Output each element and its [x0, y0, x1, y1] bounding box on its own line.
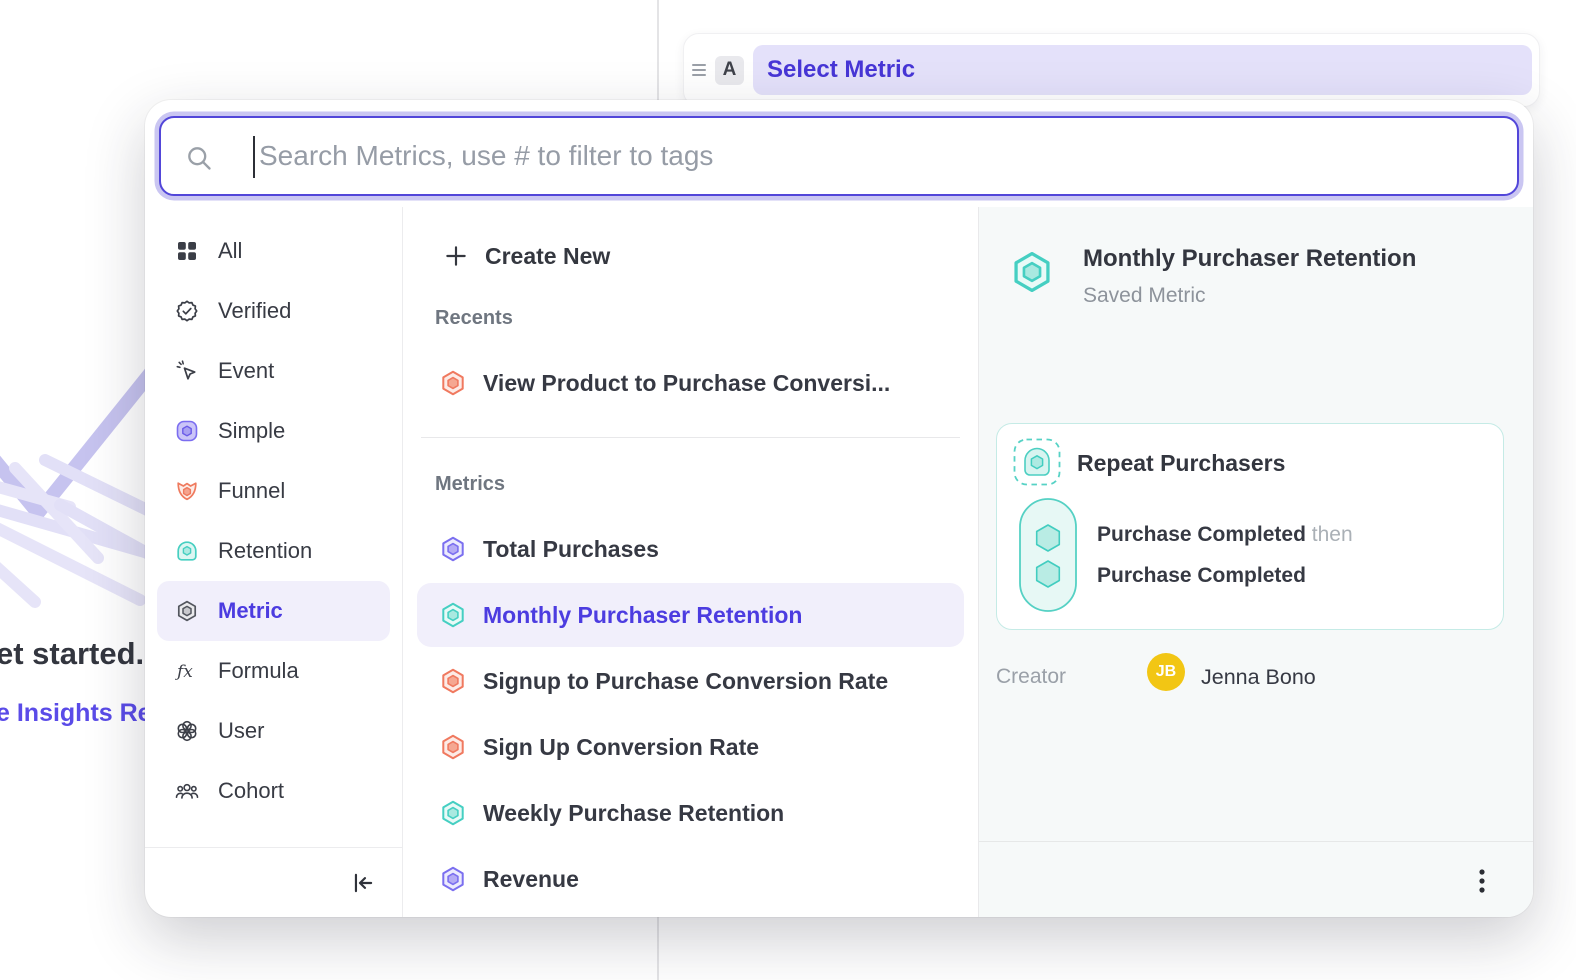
sidebar-item-label: User	[218, 718, 264, 744]
sidebar-item-label: Simple	[218, 418, 285, 444]
step-one-text: Purchase Completed then	[1097, 523, 1353, 547]
metric-list-item[interactable]: Total Purchases	[417, 517, 964, 581]
metric-item-label: Signup to Purchase Conversion Rate	[483, 668, 888, 695]
create-new-button[interactable]: Create New	[417, 227, 964, 285]
verified-icon	[175, 299, 199, 323]
metric-item-label: Sign Up Conversion Rate	[483, 734, 759, 761]
collapse-sidebar-icon[interactable]	[350, 870, 376, 896]
sidebar-item-label: Formula	[218, 658, 299, 684]
metric-details-panel: Monthly Purchaser Retention Saved Metric…	[978, 207, 1533, 917]
metric-item-label: Monthly Purchaser Retention	[483, 602, 802, 629]
metric-sections: Recents View Product to Purchase Convers…	[417, 307, 964, 911]
hexagon-metric-icon	[439, 799, 467, 827]
metric-hexagon-icon	[1009, 249, 1055, 300]
sidebar-item-label: All	[218, 238, 242, 264]
sidebar-item-verified[interactable]: Verified	[157, 281, 390, 341]
sidebar-item-label: Event	[218, 358, 274, 384]
user-icon	[175, 719, 199, 743]
saved-behavior-icon	[1013, 438, 1061, 491]
text-cursor	[253, 136, 255, 178]
metric-list-panel: Create New Recents View Product to Purch…	[403, 207, 978, 917]
sidebar-item-formula[interactable]: ƒx Formula	[157, 641, 390, 701]
sidebar-list: All Verified Event Simple Funnel Retention Met…	[145, 221, 402, 821]
sidebar-item-label: Funnel	[218, 478, 285, 504]
funnel-icon	[175, 479, 199, 503]
metric-list-item[interactable]: View Product to Purchase Conversi...	[417, 351, 964, 415]
funnel-steps-pill	[1019, 498, 1077, 617]
hexagon-metric-icon	[439, 369, 467, 397]
metric-subtitle: Saved Metric	[1083, 284, 1206, 308]
cohort-icon	[175, 779, 199, 803]
hexagon-metric-icon	[439, 601, 467, 629]
metric-list-item[interactable]: Signup to Purchase Conversion Rate	[417, 649, 964, 713]
sidebar-item-all[interactable]: All	[157, 221, 390, 281]
metric-list-item[interactable]: Sign Up Conversion Rate	[417, 715, 964, 779]
metric-item-label: Revenue	[483, 866, 579, 893]
select-metric-button[interactable]: Select Metric	[753, 45, 1532, 95]
search-input[interactable]	[259, 118, 1501, 194]
hexagon-metric-icon	[439, 865, 467, 893]
then-word: then	[1312, 523, 1353, 546]
svg-text:ƒx: ƒx	[175, 662, 193, 682]
search-icon	[185, 144, 213, 172]
metric-title: Monthly Purchaser Retention	[1083, 245, 1416, 273]
sidebar-item-metric[interactable]: Metric	[157, 581, 390, 641]
metric-item-label: View Product to Purchase Conversi...	[483, 370, 890, 397]
search-box	[159, 116, 1519, 196]
sidebar-item-retention[interactable]: Retention	[157, 521, 390, 581]
metric-icon	[175, 599, 199, 623]
section-header: Recents	[417, 307, 964, 331]
saved-card-title: Repeat Purchasers	[1077, 450, 1285, 477]
sidebar-item-event[interactable]: Event	[157, 341, 390, 401]
step-two-text: Purchase Completed	[1097, 564, 1306, 588]
section-metrics: Metrics Total Purchases Monthly Purchase…	[417, 473, 964, 911]
create-new-label: Create New	[485, 243, 610, 270]
creator-avatar: JB	[1147, 653, 1185, 691]
sidebar-item-label: Cohort	[218, 778, 284, 804]
sidebar-item-simple[interactable]: Simple	[157, 401, 390, 461]
sidebar-item-cohort[interactable]: Cohort	[157, 761, 390, 821]
details-footer	[979, 841, 1533, 917]
simple-icon	[175, 419, 199, 443]
creator-label: Creator	[996, 665, 1066, 689]
metric-picker-modal: All Verified Event Simple Funnel Retention Met…	[145, 100, 1533, 917]
retention-icon	[175, 539, 199, 563]
event-icon	[175, 359, 199, 383]
hexagon-metric-icon	[439, 733, 467, 761]
metric-list-item[interactable]: Monthly Purchaser Retention	[417, 583, 964, 647]
hexagon-metric-icon	[439, 667, 467, 695]
plus-icon	[443, 243, 469, 269]
sidebar-footer	[145, 847, 402, 917]
drag-handle-icon[interactable]	[692, 64, 706, 76]
sidebar-item-user[interactable]: User	[157, 701, 390, 761]
sidebar-item-label: Verified	[218, 298, 291, 324]
section-divider	[421, 437, 960, 438]
sidebar-item-label: Metric	[218, 598, 283, 624]
type-filter-sidebar: All Verified Event Simple Funnel Retention Met…	[145, 207, 403, 917]
metric-list-item[interactable]: Revenue	[417, 847, 964, 911]
insights-report-link[interactable]: e Insights Re	[0, 699, 152, 728]
more-options-icon[interactable]	[1469, 866, 1495, 896]
metric-row-card: A Select Metric	[683, 33, 1540, 107]
creator-name: Jenna Bono	[1201, 665, 1316, 690]
hexagon-metric-icon	[439, 535, 467, 563]
grid-icon	[175, 239, 199, 263]
metric-item-label: Weekly Purchase Retention	[483, 800, 784, 827]
background-heading: et started.	[0, 636, 144, 672]
metric-letter-badge[interactable]: A	[715, 56, 744, 85]
metric-list-item[interactable]: Weekly Purchase Retention	[417, 781, 964, 845]
sidebar-item-label: Retention	[218, 538, 312, 564]
section-header: Metrics	[417, 473, 964, 497]
metric-item-label: Total Purchases	[483, 536, 659, 563]
sidebar-item-funnel[interactable]: Funnel	[157, 461, 390, 521]
formula-icon: ƒx	[175, 659, 199, 683]
saved-metric-card: Repeat Purchasers Purchase Completed the…	[996, 423, 1504, 630]
section-recents: Recents View Product to Purchase Convers…	[417, 307, 964, 415]
